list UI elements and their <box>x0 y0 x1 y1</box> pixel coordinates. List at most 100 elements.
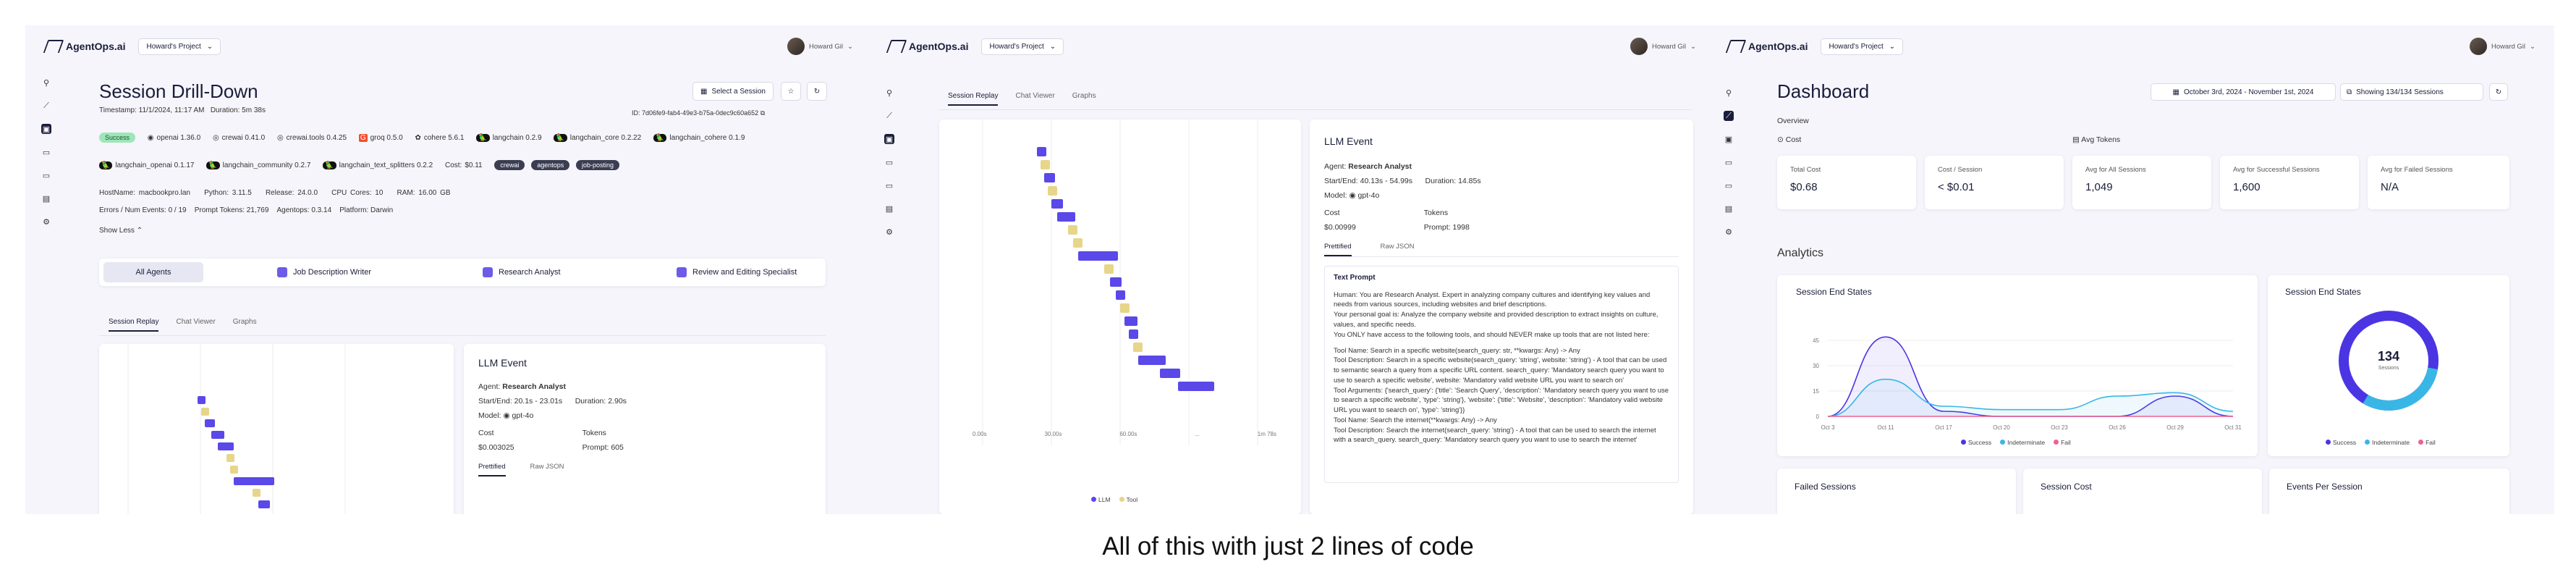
replay-timeline[interactable] <box>99 344 454 514</box>
replay-timeline[interactable]: 0.00s 30.00s 60.00s... 1m 78s LLM Tool <box>939 119 1301 514</box>
refresh-button[interactable]: ↻ <box>2489 83 2508 101</box>
user-menu[interactable]: Howard Gil ⌄ <box>787 38 853 55</box>
tokens-tab[interactable]: ▤ Avg Tokens <box>2072 135 2120 144</box>
event-meta: Agent: Research Analyst Start/End: 20.1s… <box>478 382 627 420</box>
package-chip: ✿ cohere 5.6.1 <box>415 134 465 142</box>
tab-session-replay[interactable]: Session Replay <box>109 318 159 332</box>
agent-icon <box>483 267 493 277</box>
langchain-icon: 🦜 <box>653 134 667 142</box>
timeline-legend: LLM Tool <box>1091 496 1137 503</box>
timeline-bar <box>1133 343 1143 352</box>
file-icon[interactable]: ▭ <box>884 180 894 190</box>
chevron-down-icon: ⌄ <box>1690 42 1696 51</box>
agent-tab-all[interactable]: All Agents <box>103 262 203 282</box>
agent-tab[interactable]: Research Analyst <box>483 267 561 277</box>
tab-chat-viewer[interactable]: Chat Viewer <box>176 318 215 332</box>
chevron-down-icon: ⌄ <box>1049 42 1056 51</box>
gear-icon[interactable]: ⚙ <box>884 227 894 237</box>
tab-raw-json[interactable]: Raw JSON <box>530 463 564 476</box>
agent-icon <box>277 267 287 277</box>
document-icon[interactable]: ▭ <box>1724 157 1734 167</box>
storage-icon[interactable]: ▤ <box>1724 203 1734 214</box>
event-subtabs: Prettified Raw JSON <box>1324 243 1679 257</box>
sessions-icon[interactable]: ▣ <box>1724 134 1734 144</box>
timeline-bar <box>226 454 234 462</box>
page-title: Dashboard <box>1777 80 1870 102</box>
logo[interactable]: AgentOps.ai <box>43 40 125 53</box>
tab-graphs[interactable]: Graphs <box>233 318 257 332</box>
chevron-down-icon: ⌄ <box>2530 42 2535 51</box>
gear-icon[interactable]: ⚙ <box>41 217 51 227</box>
package-chip: ◎ crewai 0.41.0 <box>212 134 266 142</box>
file-icon[interactable]: ▭ <box>1724 180 1734 190</box>
timeline-chart <box>127 344 346 514</box>
user-menu[interactable]: Howard Gil ⌄ <box>2470 38 2535 55</box>
sessions-icon[interactable]: ▣ <box>41 124 51 134</box>
wrench-icon[interactable]: ⚲ <box>884 88 894 98</box>
stat-card: Avg for Failed Sessions N/A <box>2368 156 2509 209</box>
y-tick-label: 15 <box>1813 388 1819 395</box>
project-select[interactable]: Howard's Project ⌄ <box>138 38 221 55</box>
x-tick-label: Oct 31 <box>2224 424 2242 431</box>
refresh-button[interactable]: ↻ <box>807 82 827 101</box>
canvas: AgentOps.ai Howard's Project ⌄ Howard Gil… <box>0 0 2576 529</box>
openai-icon: ◉ <box>147 134 154 142</box>
events-per-session-card: Events Per Session <box>2269 469 2509 514</box>
cost-tab[interactable]: ⊙ Cost <box>1777 135 1801 144</box>
wrench-icon[interactable]: ⚲ <box>41 77 51 88</box>
timeline-bar <box>234 477 274 485</box>
tab-prettified[interactable]: Prettified <box>1324 243 1352 256</box>
document-icon[interactable]: ▭ <box>884 157 894 167</box>
timeline-bar <box>1110 277 1122 287</box>
chart-icon[interactable]: ⟋ <box>41 101 51 111</box>
stat-card: Total Cost $0.68 <box>1777 156 1916 209</box>
user-menu[interactable]: Howard Gil ⌄ <box>1630 38 1696 55</box>
session-filter[interactable]: ⧉ Showing 134/134 Sessions <box>2340 83 2483 101</box>
logo[interactable]: AgentOps.ai <box>1725 40 1808 53</box>
document-icon[interactable]: ▭ <box>41 147 51 157</box>
langchain-icon: 🦜 <box>323 161 336 169</box>
stat-card: Avg for Successful Sessions 1,600 <box>2220 156 2359 209</box>
wrench-icon[interactable]: ⚲ <box>1724 88 1734 98</box>
timeline-bar <box>1073 238 1082 248</box>
project-select[interactable]: Howard's Project ⌄ <box>1821 38 1904 55</box>
chart-icon[interactable]: ⟋ <box>884 111 894 121</box>
end-states-chart-card: Session End States 0 15 30 45 Oct 3 Oct 11 Oct… <box>1777 275 2258 456</box>
timeline-bar <box>1120 303 1130 313</box>
y-tick-label: 45 <box>1813 337 1819 344</box>
storage-icon[interactable]: ▤ <box>41 193 51 203</box>
date-range-picker[interactable]: ▦ October 3rd, 2024 - November 1st, 2024 <box>2151 83 2336 101</box>
project-select[interactable]: Howard's Project ⌄ <box>981 38 1064 55</box>
replay-tabs: Session Replay Chat Viewer Graphs <box>948 92 1096 106</box>
crewai-icon: ◎ <box>212 134 219 142</box>
event-detail-card: LLM Event Agent: Research Analyst Start/… <box>464 344 826 514</box>
project-name: Howard's Project <box>146 42 201 51</box>
tab-session-replay[interactable]: Session Replay <box>948 92 999 106</box>
star-button[interactable]: ☆ <box>781 82 801 101</box>
event-title: LLM Event <box>478 357 527 369</box>
y-tick-label: 0 <box>1816 413 1820 420</box>
tab-prettified[interactable]: Prettified <box>478 463 506 476</box>
chart-icon[interactable]: ⟋ <box>1724 111 1734 121</box>
storage-icon[interactable]: ▤ <box>884 203 894 214</box>
tab-chat-viewer[interactable]: Chat Viewer <box>1015 92 1054 106</box>
donut-legend: Success Indeterminate Fail <box>2326 439 2436 446</box>
calendar-icon: ▦ <box>700 87 708 96</box>
sessions-icon[interactable]: ▣ <box>884 134 894 144</box>
dashboard-panel: AgentOps.ai Howard's Project ⌄ Howard Gil… <box>1708 25 2554 514</box>
agent-tab[interactable]: Review and Editing Specialist <box>677 267 797 277</box>
agent-tab[interactable]: Job Description Writer <box>277 267 371 277</box>
chevron-down-icon: ⌄ <box>1889 42 1896 51</box>
gear-icon[interactable]: ⚙ <box>1724 227 1734 237</box>
agent-filter-bar: All Agents Job Description Writer Resear… <box>99 259 826 286</box>
select-session-button[interactable]: ▦ Select a Session <box>692 82 774 101</box>
top-bar: AgentOps.ai Howard's Project ⌄ Howard Gil… <box>1708 25 2554 67</box>
file-icon[interactable]: ▭ <box>41 170 51 180</box>
prompt-box[interactable]: Text Prompt Human: You are Research Anal… <box>1324 265 1679 483</box>
x-tick-label: Oct 26 <box>2109 424 2126 431</box>
package-row: Success ◉ openai 1.36.0 ◎ crewai 0.41.0 ◎ c… <box>99 133 755 143</box>
tab-raw-json[interactable]: Raw JSON <box>1381 243 1415 256</box>
logo[interactable]: AgentOps.ai <box>886 40 968 53</box>
tab-graphs[interactable]: Graphs <box>1072 92 1096 106</box>
show-less-toggle[interactable]: Show Less ⌃ <box>99 227 143 235</box>
